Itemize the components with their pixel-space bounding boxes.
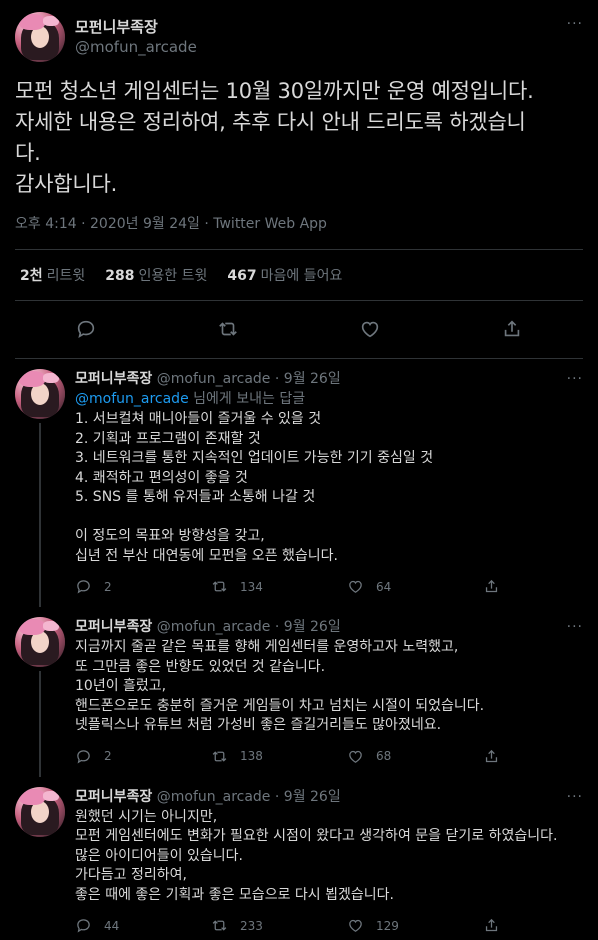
reply-icon [77, 749, 90, 763]
reply-actions: 44 233 129 [75, 917, 583, 940]
share-button[interactable] [483, 917, 512, 934]
avatar[interactable] [15, 617, 65, 667]
reply-date[interactable]: 9월 26일 [284, 619, 341, 635]
reply-date[interactable]: 9월 26일 [284, 789, 341, 805]
share-icon [485, 579, 498, 593]
more-options-icon[interactable]: ··· [567, 16, 583, 32]
main-tweet: 모펀니부족장 @mofun_arcade ··· 모펀 청소년 게임센터는 10… [0, 0, 598, 250]
like-icon [349, 750, 362, 763]
retweet-button[interactable]: 233 [211, 917, 347, 934]
reply-button[interactable]: 2 [75, 578, 211, 595]
avatar[interactable] [15, 12, 65, 62]
more-options-icon[interactable]: ··· [567, 787, 583, 807]
reply-text: 원했던 시기는 아니지만, 모펀 게임센터에도 변화가 필요한 시점이 왔다고 … [75, 808, 558, 903]
reply-text: 지금까지 줄곧 같은 목표를 향해 게임센터를 운영하고자 노력했고, 또 그만… [75, 639, 485, 733]
like-button[interactable]: 129 [347, 917, 483, 934]
handle[interactable]: @mofun_arcade [157, 789, 271, 805]
thread-line [39, 423, 41, 607]
reply-actions: 2 134 64 [75, 578, 583, 607]
reply-icon [77, 580, 90, 594]
like-button[interactable]: 64 [347, 578, 483, 595]
reply-icon [77, 919, 90, 933]
tweet-stats: 2천 리트윗 288 인용한 트윗 467 마음에 들어요 [15, 250, 583, 301]
like-button[interactable]: 68 [347, 748, 483, 765]
avatar[interactable] [15, 369, 65, 419]
handle[interactable]: @mofun_arcade [157, 371, 271, 387]
like-icon[interactable] [357, 316, 383, 342]
share-icon [485, 918, 498, 932]
reply-icon[interactable] [73, 316, 99, 342]
retweet-button[interactable]: 138 [211, 748, 347, 765]
handle[interactable]: @mofun_arcade [157, 619, 271, 635]
reply-date[interactable]: 9월 26일 [284, 371, 341, 387]
display-name[interactable]: 모퍼니부족장 [75, 619, 152, 635]
display-name[interactable]: 모퍼니부족장 [75, 371, 152, 387]
reply-tweet[interactable]: 모퍼니부족장 @mofun_arcade · 9월 26일 ··· @mofun… [0, 359, 598, 607]
like-icon [349, 919, 362, 932]
share-icon [485, 749, 498, 762]
retweet-icon[interactable] [215, 316, 241, 342]
retweet-icon [212, 920, 227, 931]
share-icon[interactable] [499, 316, 525, 342]
retweet-icon [212, 581, 227, 592]
like-icon [349, 580, 362, 593]
reply-tweet[interactable]: 모퍼니부족장 @mofun_arcade · 9월 26일 ··· 원했던 시기… [0, 777, 598, 940]
thread-line [39, 671, 41, 777]
reply-header: 모퍼니부족장 @mofun_arcade · 9월 26일 ··· [75, 787, 583, 807]
display-name[interactable]: 모퍼니부족장 [75, 789, 152, 805]
mention-link[interactable]: @mofun_arcade [75, 391, 189, 407]
more-options-icon[interactable]: ··· [567, 617, 583, 637]
tweet-text: 모펀 청소년 게임센터는 10월 30일까지만 운영 예정입니다. 자세한 내용… [15, 79, 534, 196]
tweet-actions [15, 301, 583, 359]
display-name[interactable]: 모펀니부족장 [75, 17, 197, 37]
reply-tweet[interactable]: 모퍼니부족장 @mofun_arcade · 9월 26일 ··· 지금까지 줄… [0, 607, 598, 777]
handle[interactable]: @mofun_arcade [75, 37, 197, 57]
reply-button[interactable]: 44 [75, 917, 211, 934]
retweet-button[interactable]: 134 [211, 578, 347, 595]
main-tweet-header: 모펀니부족장 @mofun_arcade ··· [15, 12, 583, 62]
stat-quotes[interactable]: 288 인용한 트윗 [105, 265, 207, 285]
stat-retweets[interactable]: 2천 리트윗 [20, 265, 85, 285]
more-options-icon[interactable]: ··· [567, 369, 583, 389]
stat-likes[interactable]: 467 마음에 들어요 [227, 265, 342, 285]
reply-button[interactable]: 2 [75, 748, 211, 765]
reply-header: 모퍼니부족장 @mofun_arcade · 9월 26일 ··· [75, 617, 583, 637]
reply-header: 모퍼니부족장 @mofun_arcade · 9월 26일 ··· [75, 369, 583, 389]
share-button[interactable] [483, 578, 512, 595]
share-button[interactable] [483, 748, 512, 765]
replying-to: @mofun_arcade 님에게 보내는 답글 [75, 391, 306, 407]
reply-actions: 2 138 68 [75, 748, 583, 777]
retweet-icon [212, 750, 227, 762]
avatar[interactable] [15, 786, 65, 837]
reply-text: 1. 서브컬쳐 매니아들이 즐거울 수 있을 것 2. 기획과 프로그램이 존재… [75, 411, 434, 564]
tweet-timestamp[interactable]: 오후 4:14 · 2020년 9월 24일 · Twitter Web App [15, 214, 583, 250]
